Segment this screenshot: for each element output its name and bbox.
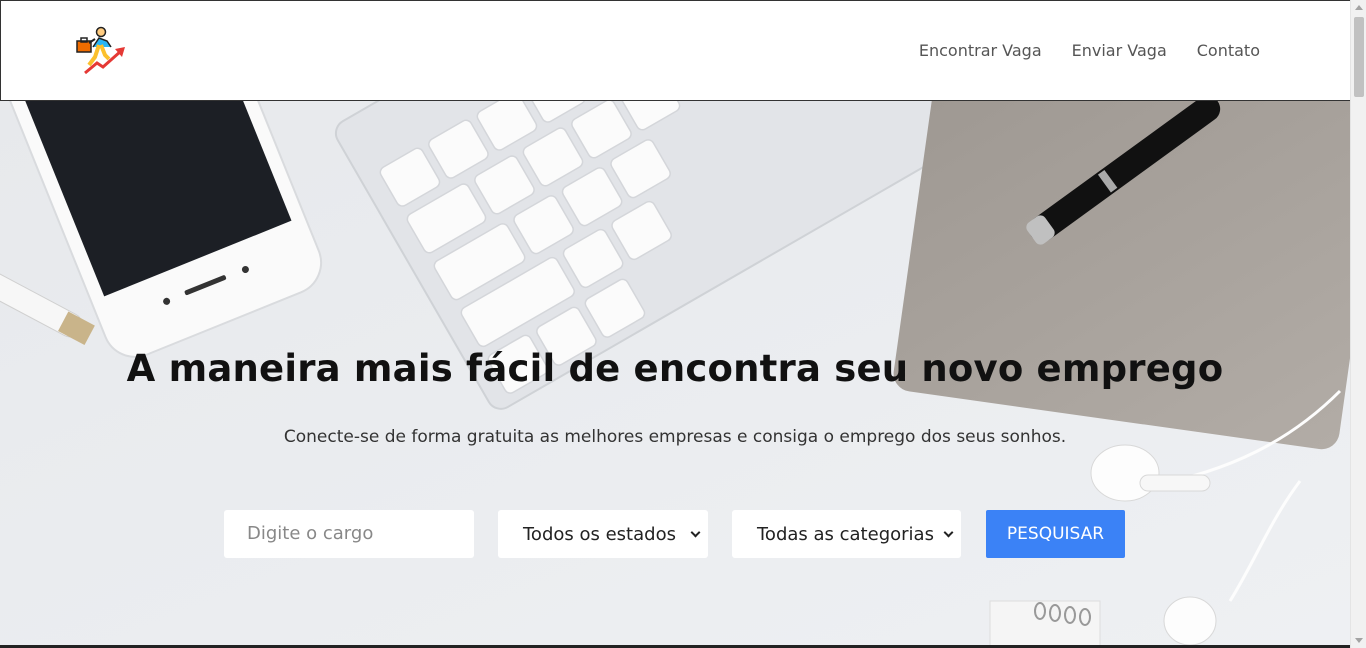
chevron-down-icon	[690, 527, 701, 538]
scroll-up-arrow-icon[interactable]	[1355, 5, 1363, 10]
main-nav: Encontrar Vaga Enviar Vaga Contato	[919, 41, 1260, 60]
site-header: Encontrar Vaga Enviar Vaga Contato	[0, 0, 1350, 101]
estados-select-value: Todos os estados	[523, 523, 676, 545]
career-growth-logo-icon[interactable]	[75, 25, 129, 79]
vertical-scrollbar[interactable]	[1350, 0, 1366, 648]
nav-encontrar-vaga[interactable]: Encontrar Vaga	[919, 41, 1042, 60]
nav-enviar-vaga[interactable]: Enviar Vaga	[1072, 41, 1167, 60]
cargo-search-input[interactable]: Digite o cargo	[224, 510, 474, 558]
estados-select[interactable]: Todos os estados	[498, 510, 708, 558]
hero-subtitle: Conecte-se de forma gratuita as melhores…	[283, 427, 1067, 447]
categorias-select-value: Todas as categorias	[757, 523, 934, 545]
search-button[interactable]: PESQUISAR	[986, 510, 1125, 558]
hero-section: A maneira mais fácil de encontra seu nov…	[0, 101, 1350, 648]
scrollbar-thumb[interactable]	[1354, 17, 1364, 97]
nav-contato[interactable]: Contato	[1197, 41, 1260, 60]
categorias-select[interactable]: Todas as categorias	[732, 510, 961, 558]
scroll-down-arrow-icon[interactable]	[1355, 638, 1363, 643]
chevron-down-icon	[943, 527, 954, 538]
hero-title: A maneira mais fácil de encontra seu nov…	[126, 347, 1224, 390]
job-search-form: Digite o cargo Todos os estados Todas as…	[0, 510, 1350, 558]
